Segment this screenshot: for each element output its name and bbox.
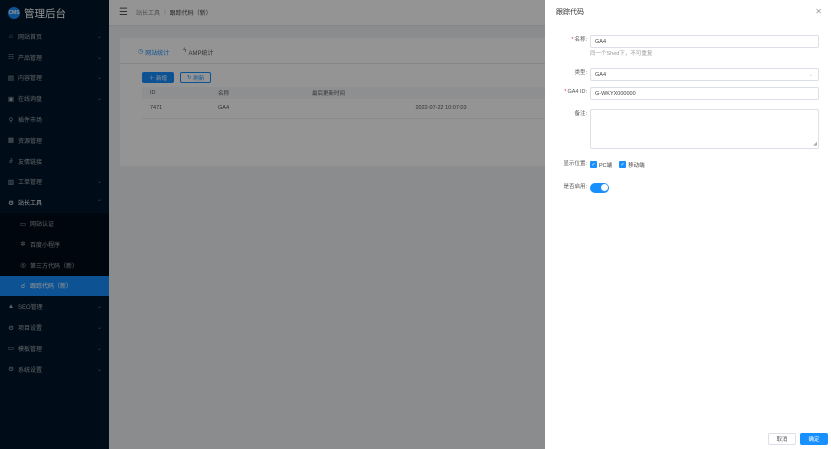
check-icon: ✓ [591,161,596,168]
enable-row: 是否启用: [545,182,831,193]
cancel-button[interactable]: 取消 [768,433,796,445]
tracking-code-drawer: 跟踪代码 ✕ *名称: GA4 同一个Shed下，不可重复 类型: GA4 ⌄ … [545,0,831,449]
remark-textarea[interactable]: ◢ [590,109,819,149]
mask-main[interactable] [109,26,545,449]
ga-id-input[interactable]: G-WKYX000000 [590,87,819,100]
confirm-button[interactable]: 确定 [800,433,828,445]
remark-label: 备注: [574,111,587,117]
name-field-wrap: GA4 同一个Shed下，不可重复 [590,35,819,57]
chevron-down-icon: ⌄ [808,71,813,78]
name-row: *名称: GA4 同一个Shed下，不可重复 [545,35,831,57]
name-label: *名称: [571,37,587,43]
type-label: 类型: [574,70,587,76]
drawer-title: 跟踪代码 [556,9,584,16]
name-hint: 同一个Shed下，不可重复 [590,51,653,57]
type-select[interactable]: GA4 ⌄ [590,68,819,81]
name-input[interactable]: GA4 [590,35,819,48]
type-row: 类型: GA4 ⌄ [545,68,831,81]
close-icon[interactable]: ✕ [815,7,822,16]
drawer-footer: 取消 确定 [764,433,828,445]
pc-label[interactable]: PC端 [599,161,612,169]
tracking-form: *名称: GA4 同一个Shed下，不可重复 类型: GA4 ⌄ *GA4 ID… [545,24,831,193]
ga-id-label: *GA4 ID: [564,89,587,95]
pc-checkbox[interactable]: ✓ [590,161,597,168]
mask-sidebar[interactable] [0,0,109,449]
check-icon: ✓ [620,161,625,168]
position-row: 显示位置: ✓ PC端 ✓ 移动端 [545,159,831,170]
drawer-header: 跟踪代码 ✕ [545,0,831,24]
remark-row: 备注: ◢ [545,109,831,149]
ga-id-row: *GA4 ID: G-WKYX000000 [545,87,831,100]
mask-header[interactable] [109,0,545,26]
resize-handle-icon[interactable]: ◢ [813,141,817,147]
enable-switch[interactable] [590,182,609,193]
position-label: 显示位置: [563,161,587,167]
enable-label: 是否启用: [563,184,587,190]
mobile-label[interactable]: 移动端 [628,161,645,169]
switch-knob [600,184,608,191]
mobile-checkbox[interactable]: ✓ [619,161,627,168]
